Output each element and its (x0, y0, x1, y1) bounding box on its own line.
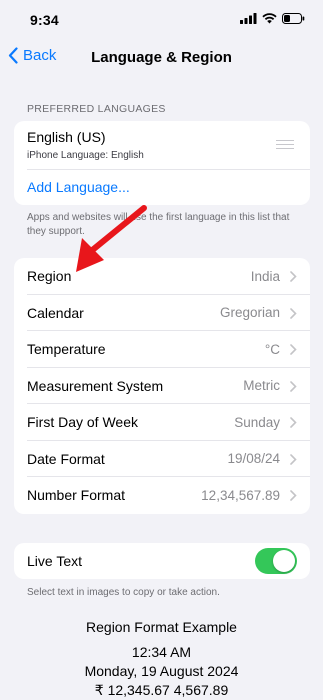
row-label: Number Format (27, 487, 126, 504)
calendar-row[interactable]: Calendar Gregorian (14, 295, 310, 331)
region-row[interactable]: Region India (14, 258, 310, 295)
row-label: Measurement System (27, 377, 164, 394)
chevron-right-icon (290, 344, 297, 355)
language-name: English (US) (27, 129, 106, 145)
row-label: Temperature (27, 341, 106, 358)
status-icons (240, 13, 305, 24)
toggle-knob (273, 550, 295, 572)
row-value: Sunday (234, 414, 280, 430)
chevron-right-icon (290, 380, 297, 392)
live-text-group: Live Text (14, 543, 310, 579)
row-label: Live Text (27, 553, 82, 570)
row-label: Date Format (27, 450, 105, 467)
live-text-footer-note: Select text in images to copy or take ac… (27, 587, 220, 598)
live-text-toggle[interactable] (255, 548, 297, 574)
first-day-of-week-row[interactable]: First Day of Week Sunday (14, 404, 310, 441)
chevron-right-icon (290, 453, 297, 465)
region-settings-group: Region India Calendar Gregorian Temperat… (14, 258, 310, 514)
wifi-icon (262, 13, 277, 24)
red-arrow-icon (76, 205, 147, 272)
divider (27, 169, 310, 170)
chevron-right-icon (290, 490, 297, 501)
cellular-signal-icon (240, 13, 257, 24)
example-number: ₹ 12,345.67 4,567.89 (94, 682, 229, 698)
row-label: First Day of Week (27, 414, 138, 431)
row-value: °C (264, 341, 280, 357)
status-time: 9:34 (30, 12, 59, 28)
preferred-languages-group: English (US) iPhone Language: English Ad… (14, 121, 310, 205)
row-value: 12,34,567.89 (201, 487, 280, 503)
example-date: Monday, 19 August 2024 (84, 663, 239, 679)
reorder-handle-icon[interactable] (276, 140, 294, 152)
row-value: Metric (243, 378, 280, 394)
example-time: 12:34 AM (131, 644, 192, 660)
chevron-right-icon (290, 271, 297, 282)
battery-icon (282, 13, 305, 24)
number-format-row[interactable]: Number Format 12,34,567.89 (14, 477, 310, 514)
navigation-bar: Back Language & Region (0, 42, 323, 74)
preferred-languages-header: PREFERRED LANGUAGES (27, 103, 166, 115)
row-value: 19/08/24 (227, 451, 280, 467)
row-value: India (250, 268, 280, 284)
language-subtitle: iPhone Language: English (27, 150, 144, 161)
temperature-row[interactable]: Temperature °C (14, 331, 310, 368)
page-title: Language & Region (91, 49, 232, 66)
status-bar: 9:34 (0, 0, 323, 42)
row-value: Gregorian (219, 305, 280, 321)
chevron-right-icon (290, 307, 297, 319)
row-label: Calendar (27, 304, 84, 321)
add-language-button[interactable]: Add Language... (27, 179, 130, 195)
measurement-system-row[interactable]: Measurement System Metric (14, 368, 310, 404)
chevron-right-icon (290, 417, 297, 428)
date-format-row[interactable]: Date Format 19/08/24 (14, 441, 310, 477)
region-format-example-title: Region Format Example (86, 619, 237, 635)
live-text-row: Live Text (14, 543, 310, 579)
